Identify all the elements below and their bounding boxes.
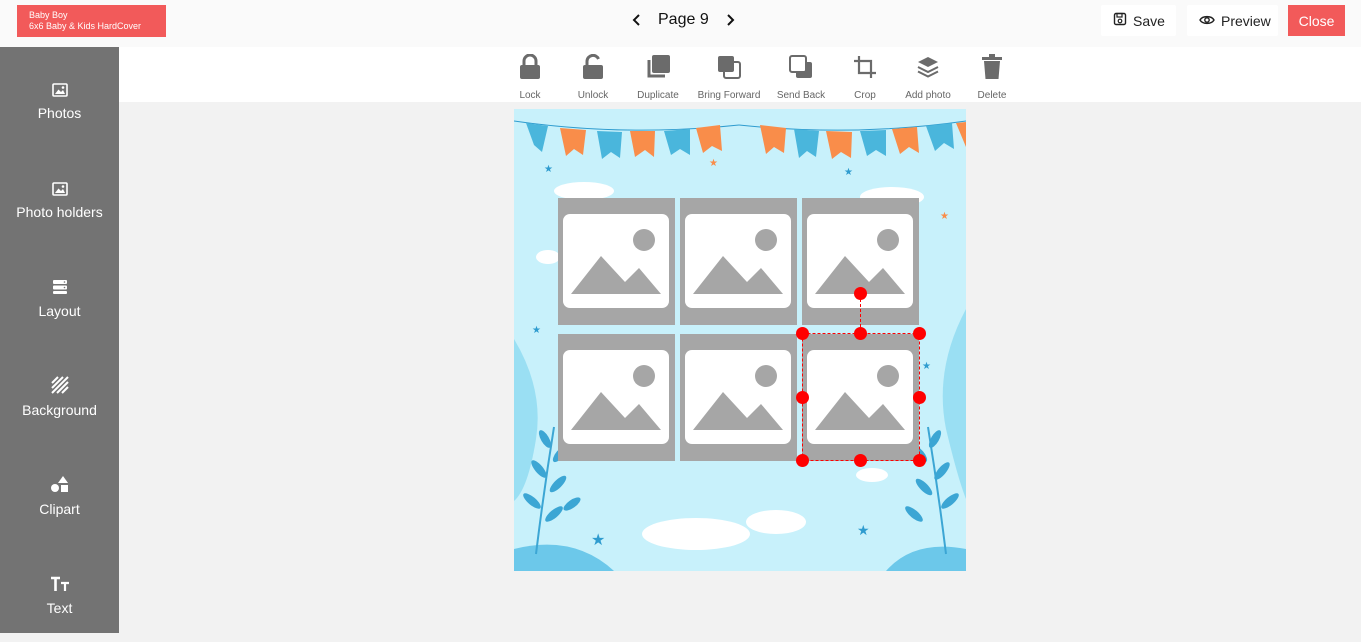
send-back-icon [788, 52, 814, 82]
resize-handle-left[interactable] [796, 391, 809, 404]
tool-label: Add photo [905, 90, 951, 101]
image-placeholder-icon [685, 350, 791, 444]
svg-text:★: ★ [544, 164, 553, 175]
image-placeholder-icon [563, 214, 669, 308]
preview-label: Preview [1221, 12, 1271, 29]
photo-holder-6[interactable] [802, 334, 919, 461]
save-icon [1113, 12, 1127, 29]
svg-text:★: ★ [844, 167, 853, 178]
product-format: 6x6 Baby & Kids HardCover [29, 21, 142, 31]
sidebar-item-text[interactable]: Text [0, 572, 119, 642]
element-toolbar: Lock Unlock Duplicate Bring Forward Send… [119, 47, 1361, 102]
photo-holder-5[interactable] [680, 334, 797, 461]
lock-icon [519, 52, 541, 82]
image-icon [51, 176, 68, 196]
chevron-right-icon[interactable] [721, 9, 739, 31]
crop-icon [853, 52, 877, 82]
top-bar: Baby Boy 6x6 Baby & Kids HardCover Page … [0, 0, 1361, 47]
resize-handle-bottom-left[interactable] [796, 454, 809, 467]
pattern-icon [50, 374, 69, 394]
unlock-icon [582, 52, 604, 82]
tool-label: Crop [854, 90, 876, 101]
photo-holder-2[interactable] [680, 198, 797, 325]
add-photo-button[interactable]: Add photo [904, 52, 952, 101]
preview-button[interactable]: Preview [1187, 5, 1278, 36]
svg-text:★: ★ [709, 158, 718, 169]
tool-label: Delete [977, 90, 1007, 101]
layout-icon [52, 275, 68, 295]
photo-holder-4[interactable] [558, 334, 675, 461]
shapes-icon [50, 473, 70, 493]
tool-label: Duplicate [637, 90, 679, 101]
bring-forward-button[interactable]: Bring Forward [697, 52, 761, 101]
lock-button[interactable]: Lock [515, 52, 545, 101]
sidebar: Photos Photo holders Layout Background C… [0, 47, 119, 633]
resize-handle-top[interactable] [854, 327, 867, 340]
sidebar-item-label: Layout [38, 303, 81, 319]
svg-text:★: ★ [857, 523, 870, 539]
tool-label: Bring Forward [697, 90, 761, 101]
photo-holder-1[interactable] [558, 198, 675, 325]
sidebar-item-label: Photo holders [16, 204, 103, 220]
eye-icon [1199, 13, 1215, 29]
page-label: Page 9 [658, 11, 709, 28]
page-canvas[interactable]: ★ ★ ★ ★ ★ ★ ★ ★ [514, 109, 966, 571]
image-icon [51, 77, 68, 97]
crop-button[interactable]: Crop [850, 52, 880, 101]
rotate-handle[interactable] [854, 287, 867, 300]
svg-text:★: ★ [922, 361, 931, 372]
resize-handle-top-right[interactable] [913, 327, 926, 340]
svg-text:★: ★ [940, 211, 949, 222]
save-label: Save [1133, 12, 1165, 29]
resize-handle-right[interactable] [913, 391, 926, 404]
tool-label: Send Back [776, 90, 826, 101]
image-placeholder-icon [563, 350, 669, 444]
send-back-button[interactable]: Send Back [776, 52, 826, 101]
photo-holder-3[interactable] [802, 198, 919, 325]
close-button[interactable]: Close [1288, 5, 1345, 36]
sidebar-item-photos[interactable]: Photos [0, 77, 119, 147]
tool-label: Lock [519, 90, 541, 101]
resize-handle-top-left[interactable] [796, 327, 809, 340]
svg-text:★: ★ [532, 325, 541, 336]
layers-icon [916, 52, 940, 82]
image-placeholder-icon [807, 350, 913, 444]
chevron-left-icon[interactable] [628, 9, 646, 31]
image-placeholder-icon [685, 214, 791, 308]
unlock-button[interactable]: Unlock [574, 52, 612, 101]
sidebar-item-clipart[interactable]: Clipart [0, 473, 119, 543]
sidebar-item-label: Text [46, 600, 73, 616]
sidebar-item-label: Photos [37, 105, 82, 121]
svg-text:★: ★ [591, 530, 605, 549]
sidebar-item-photo-holders[interactable]: Photo holders [0, 176, 119, 246]
resize-handle-bottom-right[interactable] [913, 454, 926, 467]
trash-icon [981, 52, 1003, 82]
tool-label: Unlock [577, 90, 609, 101]
duplicate-button[interactable]: Duplicate [635, 52, 681, 101]
delete-button[interactable]: Delete [975, 52, 1009, 101]
sidebar-item-layout[interactable]: Layout [0, 275, 119, 345]
text-size-icon [50, 572, 70, 592]
sidebar-item-label: Clipart [39, 501, 80, 517]
sidebar-item-background[interactable]: Background [0, 374, 119, 444]
product-name: Baby Boy [29, 10, 68, 20]
page-navigation: Page 9 [628, 9, 739, 31]
product-badge: Baby Boy 6x6 Baby & Kids HardCover [17, 5, 166, 37]
sidebar-item-label: Background [22, 402, 97, 418]
save-button[interactable]: Save [1101, 5, 1176, 36]
resize-handle-bottom[interactable] [854, 454, 867, 467]
duplicate-icon [645, 52, 671, 82]
bring-forward-icon [716, 52, 742, 82]
